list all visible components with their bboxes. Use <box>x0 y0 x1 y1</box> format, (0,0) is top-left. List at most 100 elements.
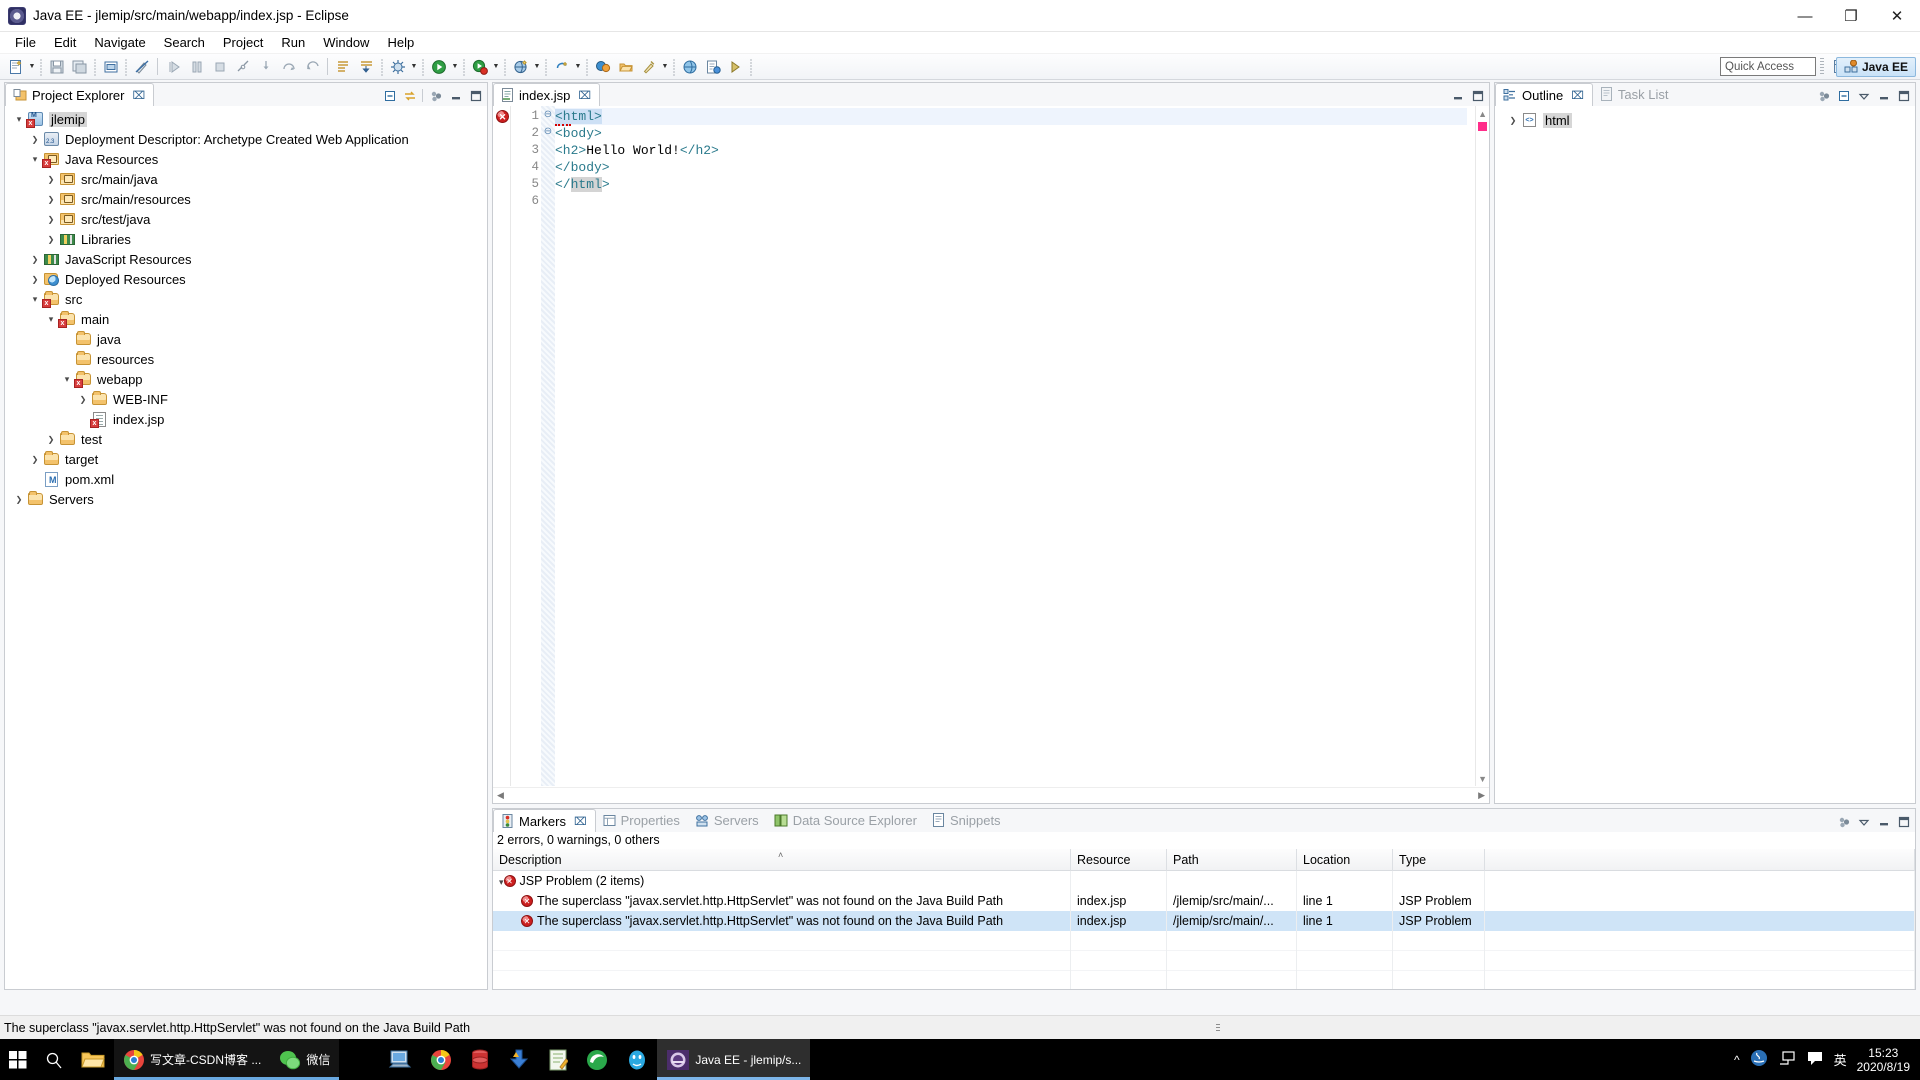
view-menu-icon[interactable] <box>428 88 443 103</box>
code-line[interactable]: <html> <box>555 108 1467 125</box>
search-dropdown-icon[interactable]: ▼ <box>660 57 670 77</box>
taskbar-item-file-explorer[interactable] <box>72 1039 114 1080</box>
clock[interactable]: 15:23 2020/8/19 <box>1857 1046 1910 1074</box>
collapse-all-icon[interactable] <box>382 88 397 103</box>
debug-dropdown-icon[interactable]: ▼ <box>409 57 419 77</box>
collapse-all-icon[interactable] <box>1836 88 1851 103</box>
new-wizard-dropdown-icon[interactable]: ▼ <box>27 57 37 77</box>
column-header-location[interactable]: Location <box>1297 849 1393 871</box>
minimize-icon[interactable] <box>448 88 463 103</box>
code-line[interactable] <box>555 193 1467 210</box>
expand-arrow-icon[interactable] <box>43 214 59 224</box>
debug-icon[interactable] <box>387 56 408 77</box>
taskbar-item-wechat[interactable]: 微信 <box>270 1039 339 1080</box>
overview-ruler[interactable]: ▲ ▼ <box>1475 106 1489 786</box>
menu-file[interactable]: File <box>6 33 45 52</box>
tree-item-src-main-resources[interactable]: src/main/resources <box>5 189 487 209</box>
java-tray-icon[interactable] <box>1750 1049 1768 1070</box>
tab-data-source-explorer[interactable]: Data Source Explorer <box>767 809 925 832</box>
scroll-right-icon[interactable]: ▶ <box>1478 790 1485 801</box>
tab-markers[interactable]: Markers ⌧ <box>493 809 596 832</box>
expand-arrow-icon[interactable] <box>27 454 43 464</box>
folding-ruler[interactable]: ⊖⊖ <box>541 106 555 786</box>
column-header-resource[interactable]: Resource <box>1071 849 1167 871</box>
tab-servers[interactable]: Servers <box>688 809 767 832</box>
run-as-server-icon[interactable] <box>469 56 490 77</box>
menu-run[interactable]: Run <box>272 33 314 52</box>
code-line[interactable]: </html> <box>555 176 1467 193</box>
outline-item-html[interactable]: html <box>1495 110 1915 130</box>
expand-arrow-icon[interactable] <box>11 494 27 504</box>
taskbar-item-chrome[interactable] <box>421 1039 461 1080</box>
search-icon[interactable] <box>36 1039 72 1080</box>
ime-indicator[interactable]: 英 <box>1834 1050 1847 1069</box>
markers-table[interactable]: DescriptionResourcePathLocationType˄JSP … <box>493 849 1915 989</box>
markers-row[interactable]: The superclass "javax.servlet.http.HttpS… <box>493 911 1915 931</box>
step-into-icon[interactable] <box>255 56 276 77</box>
tree-item-resources[interactable]: resources <box>5 349 487 369</box>
minimize-button[interactable]: — <box>1782 0 1828 32</box>
expand-arrow-icon[interactable] <box>499 877 504 887</box>
tab-snippets[interactable]: Snippets <box>925 809 1009 832</box>
open-type-icon[interactable] <box>592 56 613 77</box>
taskbar-item-eclipse[interactable]: Java EE - jlemip/s... <box>657 1039 810 1080</box>
minimize-icon[interactable] <box>1450 88 1465 103</box>
tab-task-list[interactable]: Task List <box>1593 83 1677 106</box>
refresh-dropdown-icon[interactable]: ▼ <box>573 57 583 77</box>
next-annotation-icon[interactable] <box>725 56 746 77</box>
close-button[interactable]: ✕ <box>1874 0 1920 32</box>
taskbar-item-edge[interactable] <box>577 1039 617 1080</box>
show-hidden-icons-icon[interactable]: ^ <box>1734 1053 1740 1067</box>
tree-item-deployed-resources[interactable]: Deployed Resources <box>5 269 487 289</box>
close-icon[interactable]: ⌧ <box>578 89 591 102</box>
web-browser-icon[interactable] <box>679 56 700 77</box>
maximize-button[interactable]: ❐ <box>1828 0 1874 32</box>
taskbar-item-computer[interactable] <box>379 1039 421 1080</box>
maximize-icon[interactable] <box>468 88 483 103</box>
expand-arrow-icon[interactable] <box>43 194 59 204</box>
search-icon[interactable] <box>638 56 659 77</box>
maximize-icon[interactable] <box>1896 814 1911 829</box>
tree-item-index-jsp[interactable]: index.jsp <box>5 409 487 429</box>
tab-index-jsp[interactable]: index.jsp ⌧ <box>493 83 600 106</box>
fold-toggle-icon[interactable]: ⊖ <box>541 123 555 140</box>
tree-item-test[interactable]: test <box>5 429 487 449</box>
new-server-dropdown-icon[interactable]: ▼ <box>532 57 542 77</box>
scroll-left-icon[interactable]: ◀ <box>497 790 504 801</box>
markers-group-row[interactable]: JSP Problem (2 items) <box>493 871 1915 891</box>
tree-item-webapp[interactable]: webapp <box>5 369 487 389</box>
fold-toggle-icon[interactable]: ⊖ <box>541 106 555 123</box>
tree-item-src-test-java[interactable]: src/test/java <box>5 209 487 229</box>
tree-item-web-inf[interactable]: WEB-INF <box>5 389 487 409</box>
tree-item-target[interactable]: target <box>5 449 487 469</box>
run-icon[interactable] <box>428 56 449 77</box>
start-button[interactable] <box>0 1039 36 1080</box>
expand-arrow-icon[interactable] <box>43 434 59 444</box>
annotation-ruler[interactable] <box>493 106 511 786</box>
network-icon[interactable] <box>1778 1049 1796 1070</box>
tree-item-javascript-resources[interactable]: JavaScript Resources <box>5 249 487 269</box>
expand-arrow-icon[interactable] <box>43 234 59 244</box>
suspend-icon[interactable] <box>186 56 207 77</box>
new-wizard-icon[interactable] <box>5 56 26 77</box>
expand-arrow-icon[interactable] <box>27 294 43 305</box>
resize-grip[interactable] <box>1216 1024 1220 1033</box>
markers-row[interactable]: The superclass "javax.servlet.http.HttpS… <box>493 891 1915 911</box>
step-over-icon[interactable] <box>278 56 299 77</box>
overview-error-marker[interactable] <box>1478 122 1487 131</box>
column-header-path[interactable]: Path <box>1167 849 1297 871</box>
save-icon[interactable] <box>46 56 67 77</box>
column-header-type[interactable]: Type <box>1393 849 1485 871</box>
run-jsp-icon[interactable] <box>356 56 377 77</box>
minimize-icon[interactable] <box>1876 814 1891 829</box>
menu-project[interactable]: Project <box>214 33 272 52</box>
terminate-icon[interactable] <box>209 56 230 77</box>
menu-search[interactable]: Search <box>155 33 214 52</box>
expand-arrow-icon[interactable] <box>27 274 43 284</box>
open-task-icon[interactable] <box>702 56 723 77</box>
refresh-icon[interactable] <box>551 56 572 77</box>
perspective-java-ee-button[interactable]: Java EE <box>1836 57 1916 77</box>
close-icon[interactable]: ⌧ <box>132 89 145 102</box>
tree-item-src-main-java[interactable]: src/main/java <box>5 169 487 189</box>
tree-item-libraries[interactable]: Libraries <box>5 229 487 249</box>
